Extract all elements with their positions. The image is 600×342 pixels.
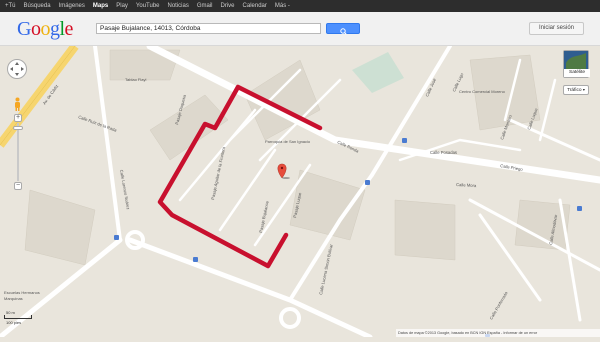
- nav-item-calendar[interactable]: Calendar: [243, 3, 267, 9]
- place-label-marquinas: Marquinas: [4, 296, 23, 301]
- map-copyright[interactable]: Datos de mapa ©2013 Google, basado en BC…: [396, 329, 600, 337]
- search-input[interactable]: Pasaje Bujalance, 14013, Córdoba: [96, 23, 321, 34]
- nav-item-gmail[interactable]: Gmail: [197, 3, 213, 9]
- satellite-layer-button[interactable]: Satélite: [563, 50, 590, 78]
- search-button[interactable]: [326, 23, 360, 35]
- scale-meters-label: 50 m: [6, 310, 15, 315]
- sign-in-button[interactable]: Iniciar sesión: [529, 22, 584, 35]
- chevron-down-icon: ▾: [582, 87, 585, 92]
- place-label-centro: Centro Comercial Moreno: [459, 89, 506, 94]
- nav-item-plus[interactable]: +Tú: [5, 3, 16, 9]
- zoom-in-button[interactable]: +: [14, 114, 22, 122]
- nav-item-images[interactable]: Imágenes: [59, 3, 85, 9]
- map-scale: 50 m 100 pies: [4, 310, 32, 325]
- map-canvas[interactable]: Tablao Flayl Parroquia de San Ignacio Ce…: [0, 42, 600, 340]
- search-icon: [340, 28, 347, 35]
- zoom-slider-track[interactable]: [17, 123, 19, 181]
- nav-item-more[interactable]: Más -: [275, 3, 290, 9]
- traffic-label: Tráfico: [567, 88, 582, 93]
- zoom-slider-handle[interactable]: [13, 126, 23, 130]
- pan-control[interactable]: [7, 59, 27, 79]
- street-view-pegman-icon[interactable]: [13, 97, 22, 111]
- nav-item-youtube[interactable]: YouTube: [136, 3, 160, 9]
- place-label-tablao: Tablao Flayl: [125, 77, 146, 82]
- nav-item-search[interactable]: Búsqueda: [24, 3, 51, 9]
- google-logo[interactable]: Google: [17, 18, 73, 41]
- pan-arrows-icon: [10, 62, 24, 76]
- nav-item-play[interactable]: Play: [116, 3, 128, 9]
- place-label-parroquia: Parroquia de San Ignacio: [265, 139, 311, 144]
- nav-item-maps[interactable]: Maps: [93, 3, 108, 9]
- street-label-calle-posadas: Calle Posadas: [430, 150, 457, 155]
- satellite-thumbnail-icon: [564, 51, 588, 69]
- scale-feet-label: 100 pies: [6, 320, 22, 325]
- nav-item-drive[interactable]: Drive: [221, 3, 235, 9]
- satellite-label: Satélite: [564, 69, 590, 77]
- traffic-layer-button[interactable]: Tráfico ▾: [563, 85, 589, 95]
- place-label-escuela: Escuelas Hermanos: [4, 290, 40, 295]
- nav-item-news[interactable]: Noticias: [168, 3, 189, 9]
- top-nav-bar: +Tú Búsqueda Imágenes Maps Play YouTube …: [0, 0, 600, 12]
- zoom-out-button[interactable]: −: [14, 182, 22, 190]
